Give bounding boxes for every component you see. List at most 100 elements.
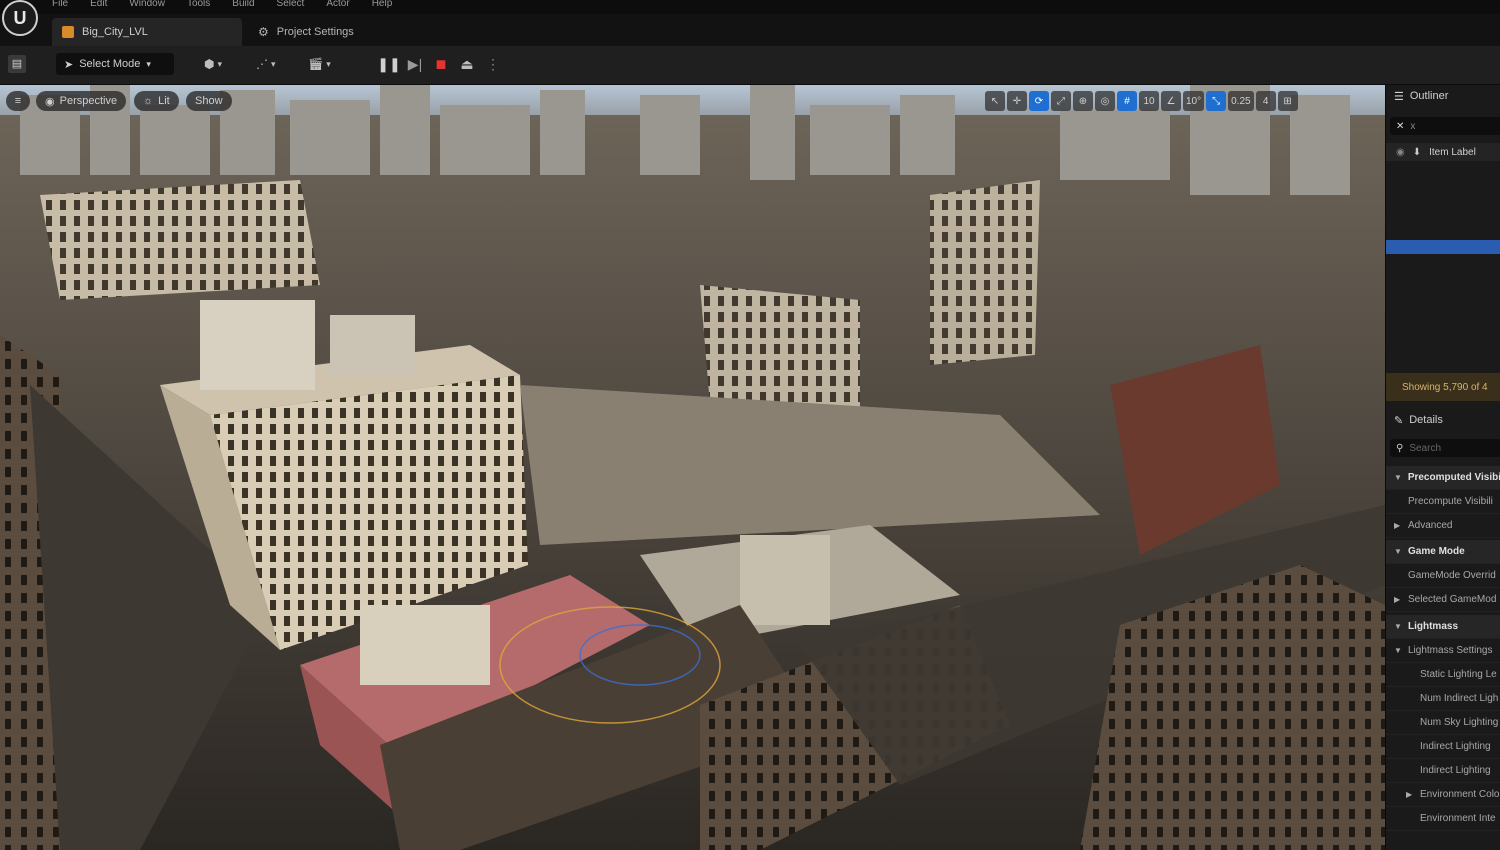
- add-content-button[interactable]: ⬢ ▾: [204, 54, 222, 74]
- outliner-header: ☰ Outliner: [1386, 85, 1500, 107]
- details-header: ✎ Details: [1386, 409, 1500, 431]
- scale-snap-value[interactable]: 0.25: [1228, 91, 1254, 111]
- details-search-input[interactable]: ⚲ Search: [1390, 439, 1500, 457]
- pencil-icon: ✎: [1394, 414, 1404, 427]
- blueprint-button[interactable]: ⋰ ▾: [256, 54, 276, 74]
- level-viewport[interactable]: ≡ ◉ Perspective ☼ Lit Show ↖ ✛ ⟳ ⤢ ⊕ ◎ #…: [0, 85, 1385, 850]
- select-mode-dropdown[interactable]: ➤ Select Mode ▾: [56, 53, 174, 75]
- chevron-right-icon: ▶: [1394, 595, 1401, 604]
- list-item[interactable]: [1386, 215, 1500, 229]
- details-property-row[interactable]: ▶ Environment Colo: [1386, 783, 1500, 807]
- eject-button[interactable]: ⏏: [456, 52, 478, 76]
- scale-tool-icon[interactable]: ⤢: [1051, 91, 1071, 111]
- list-item[interactable]: [1386, 260, 1500, 274]
- list-item[interactable]: [1386, 300, 1500, 314]
- details-category-row[interactable]: ▼ Game Mode: [1386, 540, 1500, 564]
- details-property-row[interactable]: Num Indirect Ligh: [1386, 687, 1500, 711]
- eye-icon[interactable]: ◉: [1396, 147, 1405, 158]
- viewport-transform-tools: ↖ ✛ ⟳ ⤢ ⊕ ◎ # 10 ∠ 10° ⤡ 0.25 4 ⊞: [985, 91, 1298, 111]
- perspective-dropdown[interactable]: ◉ Perspective: [36, 91, 127, 111]
- menu-help[interactable]: Help: [372, 0, 393, 9]
- frame-skip-button[interactable]: ▶|: [404, 52, 426, 76]
- details-property-row[interactable]: GameMode Overrid: [1386, 564, 1500, 588]
- details-subgroup-row[interactable]: ▶ Selected GameMod: [1386, 588, 1500, 612]
- details-property-row[interactable]: Num Sky Lighting: [1386, 711, 1500, 735]
- translate-tool-icon[interactable]: ✛: [1007, 91, 1027, 111]
- rooftop-box: [740, 535, 830, 625]
- tab-label: Big_City_LVL: [82, 26, 148, 38]
- lit-label: Lit: [158, 95, 170, 107]
- rotation-snap-icon[interactable]: ∠: [1161, 91, 1181, 111]
- show-dropdown[interactable]: Show: [186, 91, 232, 111]
- chevron-right-icon: ▶: [1394, 521, 1401, 530]
- chevron-down-icon: ▾: [217, 58, 223, 69]
- gear-icon: ⚙: [258, 25, 269, 39]
- details-category-row[interactable]: ▼ Precomputed Visibi: [1386, 466, 1500, 490]
- details-subgroup-row[interactable]: ▶ Advanced: [1386, 514, 1500, 538]
- grid-size-value[interactable]: 10: [1139, 91, 1159, 111]
- scale-snap-icon[interactable]: ⤡: [1206, 91, 1227, 111]
- menu-edit[interactable]: Edit: [90, 0, 107, 9]
- outliner-icon: ☰: [1394, 90, 1404, 103]
- outliner-search-input[interactable]: ✕ x: [1390, 117, 1500, 135]
- menu-file[interactable]: File: [52, 0, 68, 9]
- list-item[interactable]: [1386, 280, 1500, 294]
- tab-big-city-lvl[interactable]: Big_City_LVL: [52, 18, 242, 46]
- grid-snap-icon[interactable]: #: [1117, 91, 1137, 111]
- rotation-snap-value[interactable]: 10°: [1183, 91, 1205, 111]
- details-property-row[interactable]: Environment Inte: [1386, 807, 1500, 831]
- list-item[interactable]: [1386, 167, 1500, 181]
- list-item[interactable]: [1386, 199, 1500, 213]
- menu-select[interactable]: Select: [277, 0, 305, 9]
- cinematics-button[interactable]: 🎬︎ ▾: [308, 54, 331, 74]
- list-item[interactable]: [1386, 340, 1500, 354]
- select-tool-icon[interactable]: ↖: [985, 91, 1005, 111]
- surface-snap-icon[interactable]: ◎: [1095, 91, 1115, 111]
- building-left-mid: [40, 180, 320, 300]
- list-item[interactable]: [1386, 183, 1500, 197]
- stop-button[interactable]: ■: [430, 52, 452, 76]
- chevron-down-icon: ▼: [1394, 547, 1402, 556]
- unreal-logo-icon[interactable]: U: [2, 0, 38, 36]
- eject-icon: ⏏: [460, 55, 474, 72]
- right-tower: [930, 180, 1040, 365]
- menu-build[interactable]: Build: [232, 0, 254, 9]
- details-subgroup-row[interactable]: ▼ Lightmass Settings: [1386, 639, 1500, 663]
- close-icon[interactable]: ✕: [1396, 121, 1404, 132]
- menu-items: File Edit Window Tools Build Select Acto…: [52, 0, 392, 9]
- details-property-row[interactable]: Indirect Lighting: [1386, 735, 1500, 759]
- tab-label: Project Settings: [276, 26, 354, 38]
- menu-window[interactable]: Window: [129, 0, 165, 9]
- stop-icon: ■: [435, 53, 447, 74]
- right-side-panel: ☰ Outliner ✕ x ◉ ⬇ Item Label Showing 5,…: [1385, 85, 1500, 850]
- blueprint-icon: ⋰: [256, 57, 268, 71]
- chevron-down-icon: ▼: [1394, 646, 1402, 655]
- more-options-button[interactable]: ⋮: [482, 52, 504, 76]
- list-item-selected[interactable]: [1386, 240, 1500, 254]
- details-property-row[interactable]: Indirect Lighting: [1386, 759, 1500, 783]
- select-mode-label: Select Mode: [79, 58, 141, 70]
- pin-icon[interactable]: ⬇: [1413, 147, 1421, 158]
- rotate-tool-icon[interactable]: ⟳: [1029, 91, 1049, 111]
- camera-speed-value[interactable]: 4: [1255, 91, 1276, 111]
- viewport-options-button[interactable]: ≡: [6, 91, 30, 111]
- details-category-row[interactable]: ▼ Lightmass: [1386, 615, 1500, 639]
- main-toolbar: ▤ ➤ Select Mode ▾ ⬢ ▾ ⋰ ▾ 🎬︎ ▾ ❚❚ ▶| ■ ⏏ ⋮: [0, 46, 1500, 85]
- tab-project-settings[interactable]: ⚙ Project Settings: [248, 18, 408, 46]
- details-property-row[interactable]: Static Lighting Le: [1386, 663, 1500, 687]
- maximize-viewport-icon[interactable]: ⊞: [1277, 91, 1298, 111]
- level-icon: [62, 26, 74, 38]
- details-property-row[interactable]: Precompute Visibili: [1386, 490, 1500, 514]
- item-label-column[interactable]: Item Label: [1429, 147, 1476, 158]
- chevron-down-icon: ▾: [146, 58, 151, 69]
- city-scene: [0, 85, 1385, 850]
- pause-button[interactable]: ❚❚: [377, 52, 400, 76]
- chevron-down-icon: ▾: [271, 58, 276, 69]
- save-icon[interactable]: ▤: [8, 55, 26, 73]
- list-item[interactable]: [1386, 320, 1500, 334]
- world-local-icon[interactable]: ⊕: [1073, 91, 1093, 111]
- chevron-down-icon: ▾: [326, 58, 331, 69]
- menu-actor[interactable]: Actor: [326, 0, 349, 9]
- menu-tools[interactable]: Tools: [187, 0, 210, 9]
- lit-dropdown[interactable]: ☼ Lit: [134, 91, 179, 111]
